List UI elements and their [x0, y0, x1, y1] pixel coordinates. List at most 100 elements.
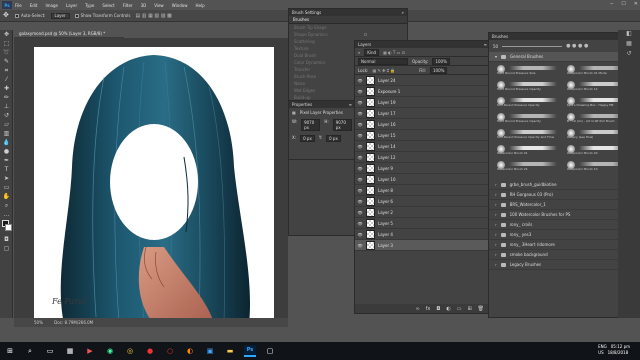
visibility-eye-icon[interactable]: 👁 [355, 155, 365, 160]
search-icon[interactable]: ⌕ [24, 345, 36, 357]
lock-icon[interactable] [364, 33, 367, 36]
y-field[interactable]: 0 px [326, 135, 341, 142]
document-canvas[interactable]: Fe Parei [34, 47, 274, 324]
layer-row[interactable]: 👁 Layer 4 [355, 229, 490, 240]
move-tool-icon[interactable]: ✥ [3, 12, 10, 19]
type-tool-icon[interactable]: T [0, 165, 13, 174]
layer-row[interactable]: 👁 Layer 6 [355, 196, 490, 207]
menu-type[interactable]: Type [85, 3, 94, 8]
layer-row[interactable]: 👁 Layer 16 [355, 119, 490, 130]
blend-mode-dropdown[interactable]: Normal [358, 57, 408, 65]
adjustment-icon[interactable]: ◐ [446, 306, 450, 312]
auto-select-option[interactable]: Auto-Select: [15, 13, 46, 18]
auto-select-target-dropdown[interactable]: Layer [50, 12, 70, 19]
brush-folder[interactable]: › rony_ croils [489, 220, 639, 230]
quick-select-tool-icon[interactable]: ✎ [0, 57, 13, 66]
auto-select-checkbox[interactable] [15, 13, 19, 18]
brush-folder[interactable]: › Legacy Brushes [489, 260, 639, 270]
width-field[interactable]: 9070 px [301, 119, 321, 131]
layer-row[interactable]: 👁 Layer 3 [355, 240, 490, 251]
brush-size-preset-icons[interactable]: ● ● ● ● [566, 43, 588, 49]
height-field[interactable]: 9070 px [332, 119, 352, 131]
app-icon[interactable]: ● [144, 345, 156, 357]
eyedropper-tool-icon[interactable]: ⁄ [0, 75, 13, 84]
brushes-button[interactable]: Brushes [289, 16, 407, 24]
menu-help[interactable]: Help [195, 3, 204, 8]
history-panel-icon[interactable]: ↺ [618, 50, 640, 60]
system-clock[interactable]: ENG 05:12 pm US 18/8/2018 [598, 344, 630, 356]
brush-folder[interactable]: › smoke background [489, 250, 639, 260]
layer-row[interactable]: 👁 Layer 15 [355, 130, 490, 141]
visibility-eye-icon[interactable]: 👁 [355, 199, 365, 204]
trash-icon[interactable]: 🗑 [478, 306, 484, 312]
link-icon[interactable]: ∞ [415, 306, 419, 312]
maximize-icon[interactable]: ☐ [621, 1, 625, 7]
store-icon[interactable]: ▣ [204, 345, 216, 357]
brush-setting-row[interactable]: Shape Dynamics [289, 31, 407, 38]
layers-titlebar[interactable]: Layers ≡ [355, 41, 490, 48]
visibility-eye-icon[interactable]: 👁 [355, 221, 365, 226]
visibility-eye-icon[interactable]: 👁 [355, 232, 365, 237]
menu-icon[interactable]: ≡ [349, 101, 352, 108]
windows-start-icon[interactable]: ⊞ [4, 345, 16, 357]
firefox-icon[interactable]: ◐ [184, 345, 196, 357]
menu-view[interactable]: View [154, 3, 164, 8]
brush-folder[interactable]: › grbe_brush_guidbiotine [489, 180, 639, 190]
fx-icon[interactable]: fx [426, 306, 431, 312]
healing-tool-icon[interactable]: ✚ [0, 84, 13, 93]
chrome-icon[interactable]: ◎ [124, 345, 136, 357]
show-transform-checkbox[interactable] [74, 13, 79, 18]
brush-folder[interactable]: › 100 Watercolor Brushes for PS [489, 210, 639, 220]
menu-edit[interactable]: Edit [30, 3, 38, 8]
layer-row[interactable]: 👁 Layer 24 [355, 75, 490, 86]
photos-icon[interactable]: ◉ [104, 345, 116, 357]
layer-row[interactable]: 👁 Layer 12 [355, 152, 490, 163]
pen-tool-icon[interactable]: ✒ [0, 156, 13, 165]
visibility-eye-icon[interactable]: 👁 [355, 144, 365, 149]
visibility-eye-icon[interactable]: 👁 [355, 100, 365, 105]
new-layer-icon[interactable]: ⊞ [467, 306, 471, 312]
properties-titlebar[interactable]: Properties ≡ [289, 101, 355, 108]
layer-name[interactable]: Layer 17 [378, 111, 396, 116]
file-explorer-icon[interactable]: ▬ [224, 345, 236, 357]
layer-row[interactable]: 👁 Exposure 1 [355, 86, 490, 97]
brush-tip[interactable]: Soft Round Pressure Opacity and Flow [495, 128, 561, 143]
media-player-icon[interactable]: ▶ [84, 345, 96, 357]
photoshop-taskbar-icon[interactable]: Ps [244, 345, 256, 357]
gradient-tool-icon[interactable]: ▥ [0, 129, 13, 138]
crop-tool-icon[interactable]: ⌗ [0, 66, 13, 75]
brush-group-general[interactable]: ▾ General Brushes [489, 52, 639, 62]
stamp-tool-icon[interactable]: ⊥ [0, 102, 13, 111]
screen-mode-icon[interactable]: ▢ [0, 244, 13, 253]
brush-folder[interactable]: › RH Gorgeous 03 (Pro) [489, 190, 639, 200]
layer-row[interactable]: 👁 Layer 9 [355, 163, 490, 174]
layer-row[interactable]: 👁 Layer 8 [355, 185, 490, 196]
brush-tip[interactable]: Watercolor Brush 24 [495, 160, 561, 175]
layer-name[interactable]: Layer 9 [378, 166, 393, 171]
minimize-icon[interactable]: ─ [610, 1, 613, 7]
task-view-icon[interactable]: ▭ [44, 345, 56, 357]
more-tools-icon[interactable]: … [0, 210, 13, 219]
menu-icon[interactable]: ≡ [484, 41, 487, 48]
brush-folder[interactable]: › rony_ 3Heart ridomore [489, 240, 639, 250]
brush-tip[interactable]: Hard Round Pressure Opacity [495, 80, 561, 95]
layer-row[interactable]: 👁 Layer 19 [355, 97, 490, 108]
background-color-swatch[interactable] [5, 224, 12, 231]
layer-name[interactable]: Layer 24 [378, 78, 396, 83]
brush-folder[interactable]: › BRS_Watercolor_1 [489, 200, 639, 210]
brush-folder[interactable]: › rony_ yes3 [489, 230, 639, 240]
visibility-eye-icon[interactable]: 👁 [355, 78, 365, 83]
visibility-eye-icon[interactable]: 👁 [355, 188, 365, 193]
color-panel-icon[interactable]: ◧ [618, 30, 640, 40]
layer-name[interactable]: Exposure 1 [378, 89, 400, 94]
brush-tip[interactable]: Hard Round Pressure Opacity [495, 112, 561, 127]
menu-window[interactable]: Window [172, 3, 188, 8]
document-tab[interactable]: galaxymond.psd @ 50% (Layer 3, RGB/8) * [14, 30, 124, 38]
shape-tool-icon[interactable]: ▭ [0, 183, 13, 192]
menu-select[interactable]: Select [102, 3, 114, 8]
visibility-eye-icon[interactable]: 👁 [355, 210, 365, 215]
layer-name[interactable]: Layer 10 [378, 177, 396, 182]
visibility-eye-icon[interactable]: 👁 [355, 243, 365, 248]
dodge-tool-icon[interactable]: ● [0, 147, 13, 156]
history-brush-tool-icon[interactable]: ↺ [0, 111, 13, 120]
